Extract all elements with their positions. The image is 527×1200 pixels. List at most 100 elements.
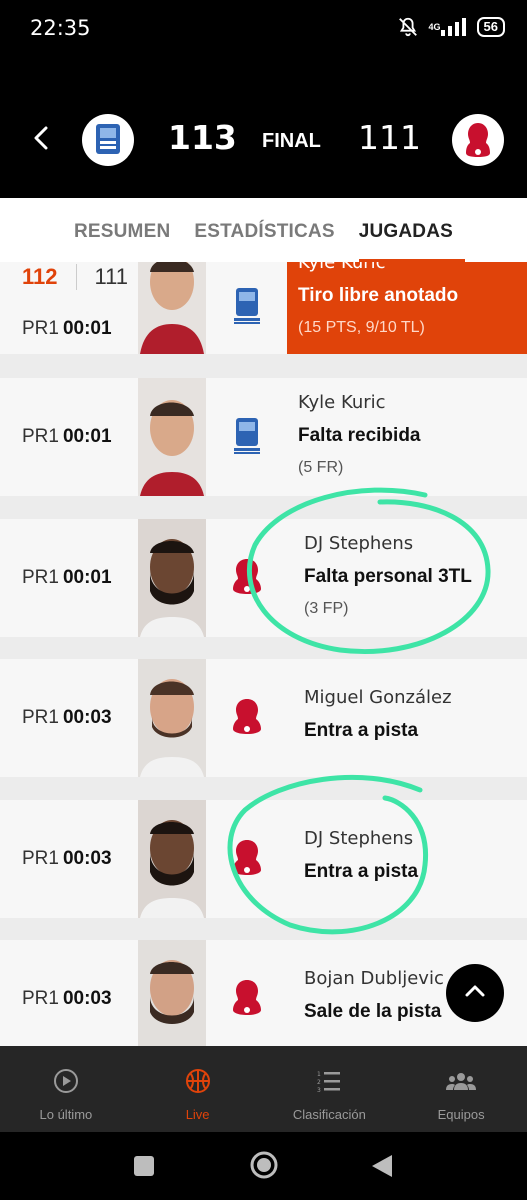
player-photo	[138, 262, 206, 354]
play-time: PR1 00:01	[22, 426, 112, 448]
nav-label: Live	[185, 1107, 210, 1122]
player-name: Kyle Kuric	[298, 262, 386, 273]
play-clock: 00:01	[62, 426, 112, 447]
play-text: DJ Stephens Entra a pista	[304, 828, 418, 895]
svg-text:2: 2	[317, 1079, 321, 1086]
play-action: Falta personal 3TL	[304, 566, 472, 587]
play-time: PR1 00:01	[22, 567, 112, 589]
nav-label: Lo último	[39, 1107, 93, 1122]
tab-estadisticas[interactable]: ESTADÍSTICAS	[194, 217, 334, 243]
score-divider	[75, 264, 77, 290]
play-action: Sale de la pista	[304, 1001, 442, 1022]
play-text: Miguel González Entra a pista	[304, 687, 452, 754]
running-score-away: 111	[94, 264, 128, 289]
play-detail: (3 FP)	[304, 600, 349, 617]
play-text: Kyle Kuric Falta recibida (5 FR)	[298, 392, 421, 477]
play-period: PR1	[22, 318, 59, 339]
home-team-logo[interactable]	[82, 114, 134, 166]
play-period: PR1	[22, 848, 59, 869]
play-circle-icon	[53, 1068, 79, 1099]
people-group-icon	[445, 1068, 477, 1099]
network-type: 4G	[428, 21, 441, 32]
team-logo-casademont	[230, 838, 264, 878]
nav-live[interactable]: Live	[132, 1046, 264, 1132]
status-icons: 4G 56	[397, 16, 505, 38]
play-action: Entra a pista	[304, 720, 419, 741]
running-score-home: 112	[22, 264, 58, 289]
player-name: Miguel González	[304, 687, 452, 708]
running-score: 112 111	[22, 264, 128, 290]
away-team-logo[interactable]	[452, 114, 504, 166]
play-period: PR1	[22, 426, 59, 447]
player-name: Kyle Kuric	[298, 392, 386, 413]
muted-bell-icon	[397, 16, 419, 38]
status-time: 22:35	[30, 16, 91, 40]
team-logo-andorra	[230, 416, 264, 456]
player-photo	[138, 800, 206, 918]
player-photo	[138, 940, 206, 1046]
chevron-up-icon	[462, 978, 488, 1009]
play-period: PR1	[22, 567, 59, 588]
play-text: DJ Stephens Falta personal 3TL (3 FP)	[304, 533, 472, 618]
play-action: Falta recibida	[298, 425, 421, 446]
list-item[interactable]: PR1 00:01 Kyle Kuric Falta recibida (5 FR…	[0, 378, 527, 496]
tab-resumen[interactable]: RESUMEN	[74, 217, 170, 243]
team-logo-andorra	[230, 286, 264, 326]
back-arrow-icon[interactable]	[28, 124, 56, 152]
play-action: Tiro libre anotado	[298, 285, 459, 306]
play-text: Bojan Dubljevic Sale de la pista	[304, 968, 444, 1035]
list-item[interactable]: PR1 00:03 DJ Stephens Entra a pista	[0, 800, 527, 918]
away-score: 111	[358, 118, 421, 157]
play-detail: (5 FR)	[298, 459, 344, 476]
nav-equipos[interactable]: Equipos	[395, 1046, 527, 1132]
ranking-list-icon: 123	[316, 1068, 342, 1099]
player-name: Bojan Dubljevic	[304, 968, 444, 989]
match-header: 113 FINAL 111	[0, 60, 527, 198]
play-time: PR1 00:03	[22, 988, 112, 1010]
play-clock: 00:03	[62, 988, 112, 1009]
player-name: DJ Stephens	[304, 533, 414, 554]
home-score: 113	[168, 118, 237, 157]
nav-clasificacion[interactable]: 123 Clasificación	[264, 1046, 396, 1132]
play-by-play-list[interactable]: 112 111 PR1 00:01 Kyle Kuric Tiro libre a…	[0, 262, 527, 1046]
home-icon[interactable]	[249, 1150, 279, 1185]
play-time: PR1 00:03	[22, 848, 112, 870]
signal-icon: 4G	[429, 18, 467, 36]
svg-text:1: 1	[317, 1071, 321, 1078]
play-clock: 00:03	[62, 707, 112, 728]
scroll-top-button[interactable]	[446, 964, 504, 1022]
match-status: FINAL	[262, 130, 321, 152]
nav-lo-ultimo[interactable]: Lo último	[0, 1046, 132, 1132]
battery-indicator: 56	[476, 17, 505, 37]
play-action: Entra a pista	[304, 861, 419, 882]
play-clock: 00:03	[62, 848, 112, 869]
status-bar: 22:35 4G 56	[0, 0, 527, 60]
play-clock: 00:01	[62, 318, 112, 339]
system-navigation-bar	[0, 1132, 527, 1200]
play-time: PR1 00:01	[22, 318, 112, 340]
tab-jugadas[interactable]: JUGADAS	[358, 217, 466, 263]
play-text: Kyle Kuric Tiro libre anotado (15 PTS, 9…	[298, 262, 458, 337]
team-logo-casademont	[230, 557, 264, 597]
player-photo	[138, 519, 206, 637]
nav-label: Clasificación	[292, 1107, 366, 1122]
nav-label: Equipos	[437, 1107, 485, 1122]
play-period: PR1	[22, 988, 59, 1009]
team-logo-casademont	[230, 697, 264, 737]
player-name: DJ Stephens	[304, 828, 414, 849]
list-item[interactable]: PR1 00:01 DJ Stephens Falta personal 3TL …	[0, 519, 527, 637]
play-clock: 00:01	[62, 567, 112, 588]
play-detail: (15 PTS, 9/10 TL)	[298, 319, 425, 336]
list-item[interactable]: PR1 00:03 Miguel González Entra a pista	[0, 659, 527, 777]
player-photo	[138, 659, 206, 777]
tab-bar: RESUMEN ESTADÍSTICAS JUGADAS	[0, 198, 527, 263]
play-period: PR1	[22, 707, 59, 728]
back-icon[interactable]	[370, 1154, 394, 1183]
play-time: PR1 00:03	[22, 707, 112, 729]
recent-apps-icon[interactable]	[132, 1154, 156, 1183]
player-photo	[138, 378, 206, 496]
team-logo-casademont	[230, 978, 264, 1018]
list-item[interactable]: 112 111 PR1 00:01 Kyle Kuric Tiro libre a…	[0, 262, 527, 354]
basketball-icon	[185, 1068, 211, 1099]
bottom-navigation: Lo último Live 123 Clasificación Equipos	[0, 1046, 527, 1132]
